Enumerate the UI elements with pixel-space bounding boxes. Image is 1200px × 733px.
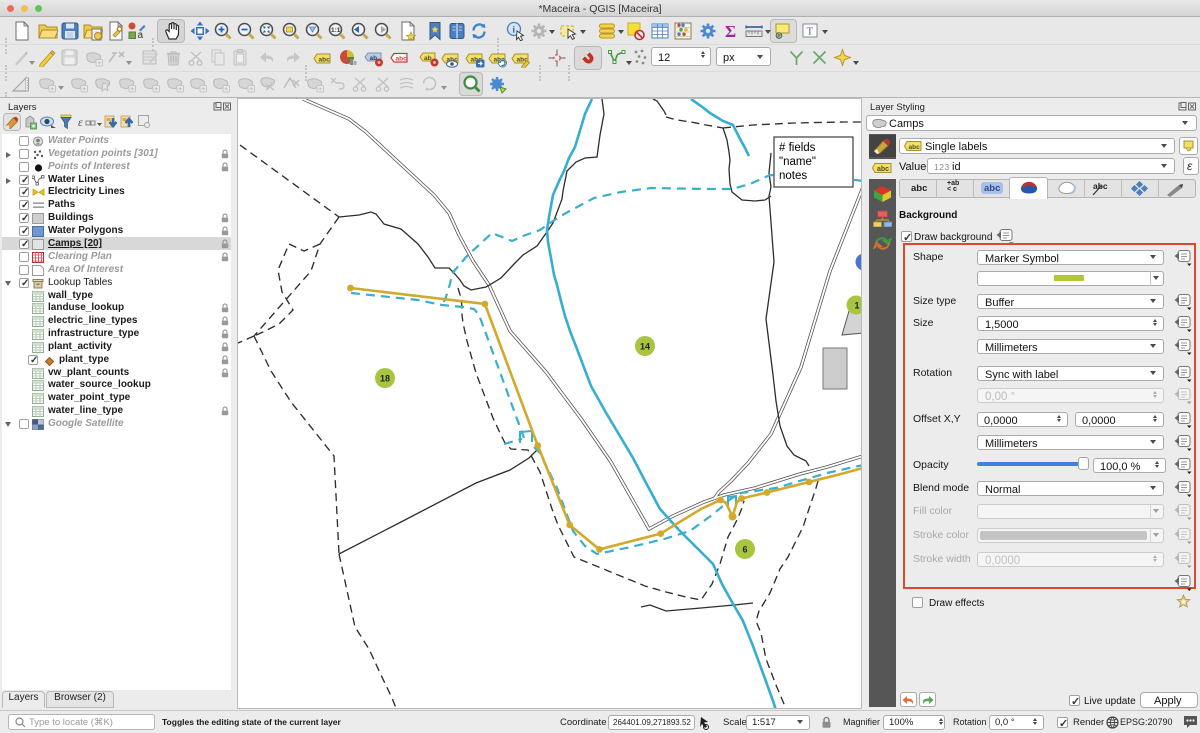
svg-text:6: 6 bbox=[742, 545, 747, 555]
svg-text:# fields: # fields bbox=[779, 142, 816, 154]
svg-text:Σ: Σ bbox=[725, 22, 736, 41]
svg-text:abc: abc bbox=[877, 166, 889, 173]
svg-text:a: a bbox=[138, 30, 144, 41]
svg-text:1: 1 bbox=[854, 301, 859, 311]
svg-text:notes: notes bbox=[779, 170, 807, 182]
svg-text:ab: ab bbox=[424, 55, 432, 62]
svg-text:"name": "name" bbox=[779, 156, 816, 168]
svg-text:abc: abc bbox=[909, 144, 921, 151]
svg-text:14: 14 bbox=[640, 342, 650, 352]
svg-text:1:1: 1:1 bbox=[331, 27, 341, 34]
svg-text:ε: ε bbox=[78, 115, 83, 129]
svg-text:abc: abc bbox=[396, 56, 408, 63]
svg-text:18: 18 bbox=[380, 374, 390, 384]
svg-text:T: T bbox=[807, 26, 814, 38]
